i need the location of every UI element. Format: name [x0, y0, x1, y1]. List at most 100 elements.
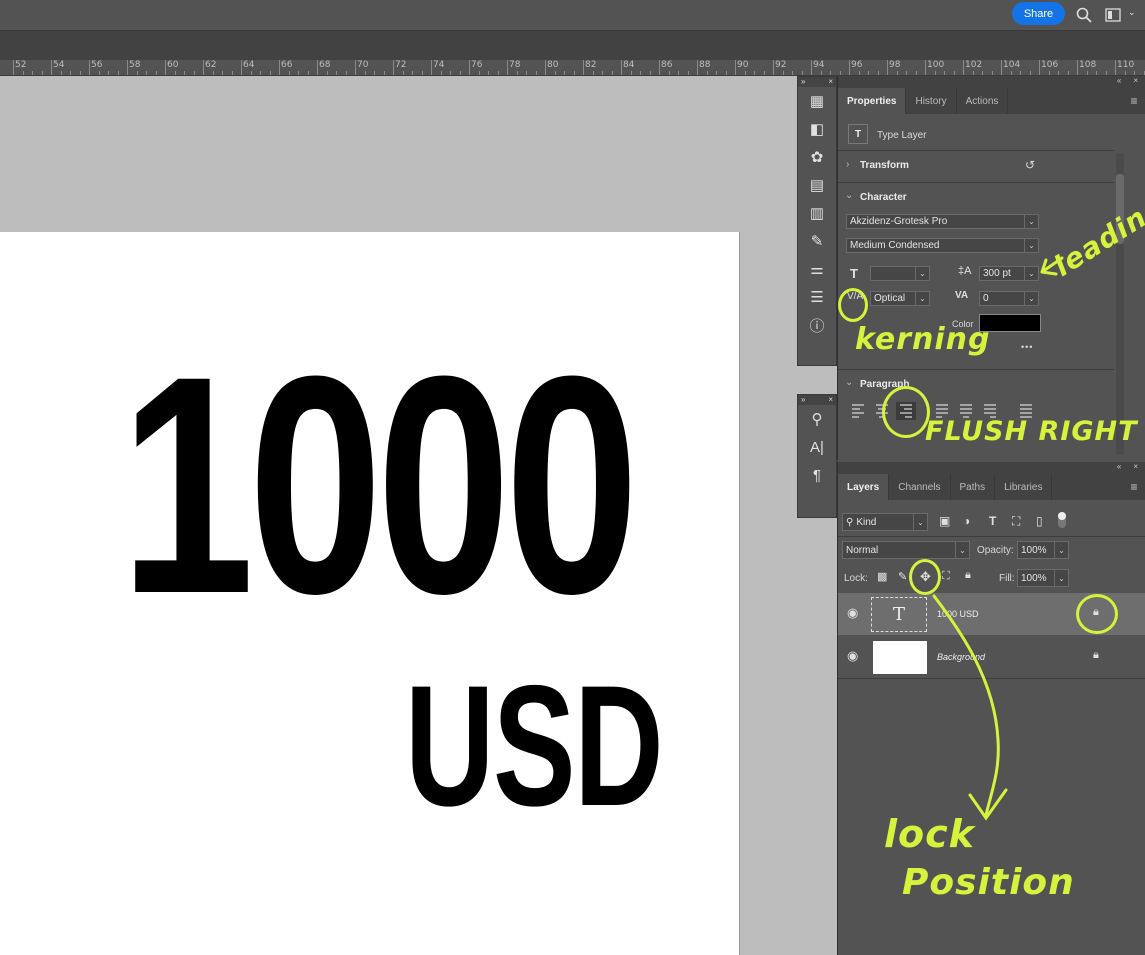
- lock-artboard-icon[interactable]: ⛶: [942, 570, 950, 583]
- leading-field[interactable]: 300 pt ⌄: [979, 266, 1039, 281]
- tab-layers[interactable]: Layers: [838, 474, 890, 500]
- ruler-tick-mark: [22, 71, 24, 75]
- reset-icon[interactable]: ↺: [1025, 158, 1035, 172]
- search-icon[interactable]: [1076, 7, 1092, 23]
- font-family-select[interactable]: Akzidenz-Grotesk Pro ⌄: [846, 214, 1039, 229]
- ruler-tick-mark: [127, 60, 128, 75]
- chevron-down-icon[interactable]: ⌄: [845, 377, 853, 388]
- options-bar: [0, 30, 1145, 61]
- ruler-tick-label: 62: [205, 60, 217, 70]
- tracking-field[interactable]: 0 ⌄: [979, 291, 1039, 306]
- ruler-tick-mark: [659, 60, 660, 75]
- font-size-field[interactable]: ⌄: [870, 266, 930, 281]
- layer-filter-select[interactable]: ⚲ Kind ⌄: [842, 513, 928, 531]
- kerning-field[interactable]: Optical ⌄: [870, 291, 930, 306]
- leading-icon: ‡A: [958, 265, 972, 277]
- ruler-tick-mark: [735, 60, 736, 75]
- ruler-tick-mark: [1086, 71, 1088, 75]
- share-button[interactable]: Share: [1012, 2, 1065, 25]
- collapse-icon[interactable]: »: [801, 77, 805, 87]
- paragraph-icon[interactable]: ¶: [798, 461, 836, 489]
- tab-libraries[interactable]: Libraries: [995, 474, 1053, 500]
- visibility-eye-icon[interactable]: ◉: [847, 605, 858, 621]
- tracking-icon: VA: [955, 290, 969, 301]
- fill-field[interactable]: 100% ⌄: [1017, 569, 1069, 587]
- more-options-icon[interactable]: •••: [1021, 342, 1033, 352]
- ruler-tick-mark: [450, 71, 451, 75]
- tab-channels[interactable]: Channels: [889, 474, 951, 500]
- filter-type-icon[interactable]: T: [989, 514, 996, 528]
- ruler-tick-mark: [1077, 60, 1078, 75]
- chevron-right-icon[interactable]: ›: [846, 159, 849, 170]
- ruler-tick-mark: [165, 60, 166, 75]
- collapse-icon[interactable]: «: [1117, 462, 1121, 474]
- brush-icon[interactable]: ✎: [798, 227, 836, 255]
- type-layer-icon: T: [848, 124, 868, 144]
- ruler-tick-mark: [896, 71, 898, 75]
- ruler-tick-mark: [488, 71, 489, 75]
- blend-mode-select[interactable]: Normal ⌄: [842, 541, 970, 559]
- close-icon[interactable]: ×: [1133, 462, 1138, 474]
- panel-menu-icon[interactable]: ≡: [1122, 88, 1145, 114]
- tab-paths[interactable]: Paths: [951, 474, 996, 500]
- transform-section-header[interactable]: Transform: [860, 160, 909, 171]
- panel-menu-icon[interactable]: ≡: [1122, 474, 1145, 500]
- tab-actions[interactable]: Actions: [957, 88, 1009, 114]
- tab-properties[interactable]: Properties: [838, 88, 907, 114]
- close-icon[interactable]: ×: [828, 77, 833, 87]
- gradients-icon[interactable]: ◧: [798, 115, 836, 143]
- annotation-position: Position: [902, 862, 1075, 903]
- ruler-tick-mark: [374, 71, 375, 75]
- ruler-tick-label: 88: [699, 60, 711, 70]
- visibility-eye-icon[interactable]: ◉: [847, 648, 858, 664]
- ruler-tick-label: 60: [167, 60, 179, 70]
- brush-settings-icon[interactable]: ☰: [798, 283, 836, 311]
- adjustments-icon[interactable]: ⚌: [798, 255, 836, 283]
- swatches-icon[interactable]: ▦: [798, 87, 836, 115]
- opacity-field[interactable]: 100% ⌄: [1017, 541, 1069, 559]
- font-style-select[interactable]: Medium Condensed ⌄: [846, 238, 1039, 253]
- canvas-sub-text[interactable]: USD: [405, 660, 664, 832]
- ruler-tick-mark: [307, 71, 309, 75]
- close-icon[interactable]: ×: [1133, 76, 1138, 88]
- character-section-header[interactable]: Character: [860, 192, 907, 203]
- ruler-tick-mark: [1115, 60, 1116, 75]
- top-bar: Share ⌄: [0, 0, 1145, 30]
- ruler-tick-mark: [953, 71, 955, 75]
- collapse-icon[interactable]: «: [1117, 76, 1121, 88]
- annotation-ring-lock-icon: [1076, 594, 1118, 634]
- workspace-icon[interactable]: [1105, 8, 1121, 22]
- ruler-tick-mark: [478, 71, 480, 75]
- notes-icon[interactable]: ▥: [798, 199, 836, 227]
- lock-image-icon[interactable]: ✎: [898, 570, 907, 583]
- panel-icon-strip-2: » × ⚲ A| ¶: [797, 394, 837, 518]
- filter-smart-object-icon[interactable]: ▯: [1036, 514, 1043, 528]
- filter-pixel-icon[interactable]: ▣: [939, 514, 950, 528]
- libraries-icon[interactable]: ▤: [798, 171, 836, 199]
- patterns-icon[interactable]: ✿: [798, 143, 836, 171]
- ruler-tick-label: 58: [129, 60, 141, 70]
- align-left-icon: [852, 404, 864, 418]
- character-icon[interactable]: A|: [798, 433, 836, 461]
- fill-label: Fill:: [999, 573, 1015, 584]
- tab-history[interactable]: History: [906, 88, 957, 114]
- chevron-down-icon[interactable]: ⌄: [1128, 7, 1136, 18]
- clone-source-icon[interactable]: ⚲: [798, 405, 836, 433]
- ruler-tick-mark: [763, 71, 765, 75]
- ruler-tick-mark: [1048, 71, 1050, 75]
- close-icon[interactable]: ×: [828, 395, 833, 405]
- properties-scrollbar[interactable]: [1116, 154, 1124, 454]
- ruler-tick-mark: [222, 71, 223, 75]
- collapse-icon[interactable]: »: [801, 395, 805, 405]
- canvas-main-text[interactable]: 1000: [120, 330, 639, 640]
- lock-transparent-icon[interactable]: ▩: [877, 570, 887, 583]
- ruler-tick-mark: [1010, 71, 1012, 75]
- info-icon[interactable]: ⓘ: [798, 311, 836, 339]
- ruler-tick-label: 110: [1117, 60, 1135, 70]
- filter-adjustment-icon[interactable]: ◑: [963, 514, 970, 528]
- filter-toggle[interactable]: [1058, 512, 1066, 528]
- ruler-tick-label: 78: [509, 60, 521, 70]
- chevron-down-icon[interactable]: ⌄: [845, 190, 853, 201]
- filter-shape-icon[interactable]: ⛶: [1012, 514, 1020, 529]
- lock-all-icon[interactable]: 🔒︎: [965, 569, 971, 582]
